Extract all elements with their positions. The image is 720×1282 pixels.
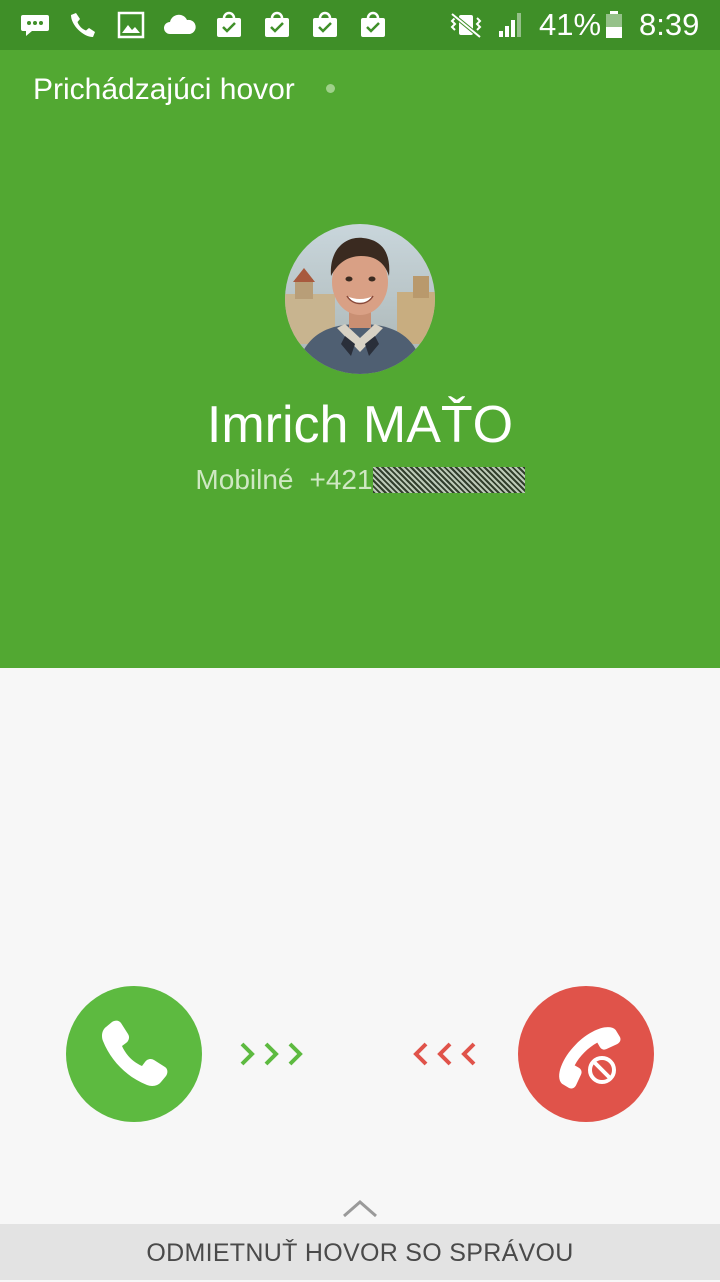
- store-bag-icon: [313, 11, 337, 37]
- messages-icon: [21, 15, 49, 36]
- caller-name: Imrich MAŤO: [206, 396, 514, 454]
- phone-reject-icon: [559, 1027, 621, 1089]
- number-prefix: +421: [309, 464, 373, 495]
- store-bag-icon: [217, 11, 241, 37]
- store-bag-icon: [361, 11, 385, 37]
- clock: 8:39: [639, 7, 700, 42]
- redacted-number: [372, 467, 525, 493]
- cloud-icon: [164, 14, 196, 34]
- phone-icon: [71, 13, 95, 37]
- gallery-icon: [117, 11, 145, 39]
- swipe-right-arrows-icon: [240, 1042, 303, 1066]
- swipe-left-arrows-icon: [413, 1042, 476, 1066]
- call-status-indicator: [326, 84, 335, 93]
- store-bag-icon: [265, 11, 289, 37]
- battery-percent: 41%: [539, 7, 602, 42]
- caller-number: Mobilné +421: [0, 460, 720, 500]
- status-bar: 41% 8:39: [0, 0, 720, 50]
- battery-icon: [606, 11, 622, 38]
- incoming-call-header: Prichádzajúci hovor Imrich MAŤO Mobilné …: [0, 50, 720, 668]
- caller-photo: [285, 224, 435, 374]
- avatar: [285, 224, 435, 374]
- vibrate-mute-icon: [450, 12, 482, 39]
- reject-with-message-button[interactable]: ODMIETNUŤ HOVOR SO SPRÁVOU: [0, 1224, 720, 1280]
- signal-icon: [499, 13, 521, 37]
- reject-call-button[interactable]: [518, 986, 654, 1122]
- chevron-up-icon[interactable]: [340, 1196, 380, 1220]
- answer-call-button[interactable]: [66, 986, 202, 1122]
- phone-icon: [102, 1020, 168, 1086]
- call-status-label: Prichádzajúci hovor: [33, 73, 295, 106]
- number-type-label: Mobilné: [195, 464, 294, 495]
